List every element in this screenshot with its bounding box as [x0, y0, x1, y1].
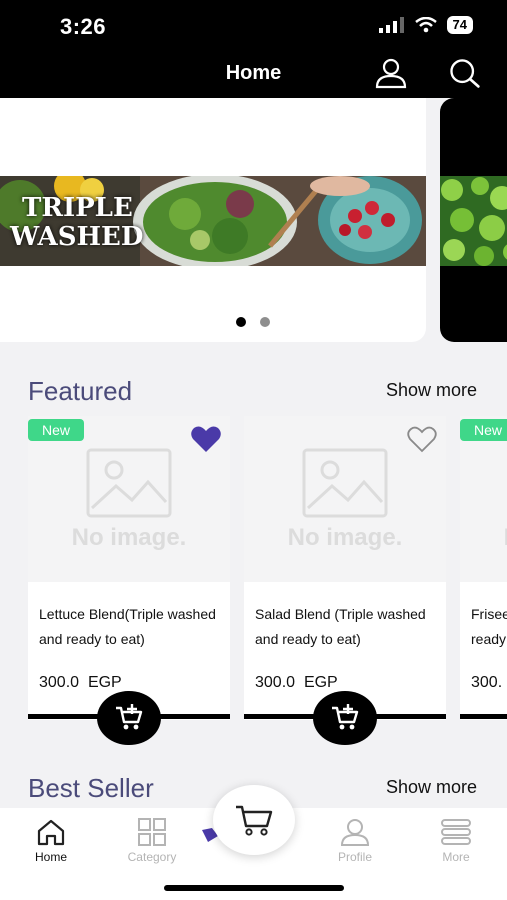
- user-icon: [375, 58, 407, 89]
- cart-button[interactable]: [213, 785, 295, 855]
- product-name: Frisee ready: [471, 606, 507, 647]
- banner-slide[interactable]: TRIPLE WASHED: [0, 98, 426, 342]
- tab-label: Profile: [337, 850, 372, 864]
- carousel-dot-active[interactable]: [236, 317, 246, 327]
- banner-slide-next[interactable]: [440, 98, 507, 342]
- banner-image-next: [440, 176, 507, 266]
- banner-text-line1: TRIPLE: [22, 193, 133, 223]
- carousel-dots: [236, 317, 270, 327]
- battery-indicator: 74: [446, 16, 473, 34]
- heart-outline-icon[interactable]: [406, 424, 438, 454]
- featured-product-list[interactable]: No image. New Lettuce Blend(Triple washe…: [0, 416, 507, 746]
- no-image-label: No image.: [287, 524, 403, 551]
- add-cart-icon: [116, 704, 143, 730]
- new-badge: New: [28, 419, 85, 441]
- tab-home[interactable]: Home: [11, 818, 91, 864]
- price-value: 300.: [471, 674, 503, 691]
- product-name: Lettuce Blend(Triple washed and ready to…: [39, 606, 216, 647]
- tab-more[interactable]: More: [416, 818, 496, 864]
- signal-icon: [378, 17, 404, 33]
- tab-label: Category: [127, 850, 177, 864]
- top-nav-bar: Home: [0, 50, 507, 98]
- search-icon: [450, 59, 480, 88]
- no-image-label: No image.: [460, 524, 507, 552]
- carousel-dot[interactable]: [260, 317, 270, 327]
- banner-carousel[interactable]: TRIPLE WASHED: [0, 98, 507, 344]
- product-card[interactable]: No image. Salad Blend (Triple washed and…: [244, 416, 446, 745]
- featured-show-more-link[interactable]: Show more: [386, 380, 477, 401]
- no-image-label: No image.: [71, 524, 187, 551]
- product-name: Salad Blend (Triple washed and ready to …: [255, 606, 426, 647]
- card-divider: [460, 714, 507, 719]
- tab-category[interactable]: Category: [112, 818, 192, 864]
- featured-title: Featured: [28, 376, 133, 406]
- price-value: 300.0: [39, 674, 80, 691]
- price-currency: EGP: [303, 674, 338, 691]
- best-seller-show-more-link[interactable]: Show more: [386, 777, 477, 798]
- profile-button[interactable]: [374, 56, 408, 90]
- product-card[interactable]: No image. New Frisee ready 300.: [460, 416, 507, 720]
- product-card[interactable]: No image. New Lettuce Blend(Triple washe…: [28, 416, 230, 745]
- product-price: 300.0 EGP: [255, 674, 338, 692]
- product-price: 300.: [471, 674, 502, 692]
- tab-profile[interactable]: Profile: [315, 818, 395, 864]
- page-title: Home: [225, 62, 282, 84]
- grid-icon: [138, 818, 166, 846]
- status-time: 3:26: [60, 14, 107, 39]
- banner-text-line2: WASHED: [10, 222, 144, 252]
- person-icon: [340, 819, 370, 846]
- tab-label: Home: [34, 850, 67, 864]
- status-bar: 3:26 74: [0, 0, 507, 50]
- best-seller-title: Best Seller: [28, 773, 154, 803]
- add-to-cart-button[interactable]: [97, 691, 161, 745]
- wifi-icon: [414, 17, 437, 33]
- add-to-cart-button[interactable]: [313, 691, 377, 745]
- search-button[interactable]: [447, 56, 481, 90]
- image-placeholder-icon: [86, 448, 172, 518]
- home-indicator: [164, 885, 344, 891]
- menu-icon: [441, 819, 471, 845]
- heart-filled-icon[interactable]: [190, 424, 222, 454]
- banner-text: TRIPLE WASHED: [10, 194, 143, 252]
- home-icon: [37, 819, 65, 846]
- tab-label: More: [442, 850, 470, 864]
- add-cart-icon: [332, 704, 359, 730]
- cart-icon: [236, 805, 273, 836]
- product-price: 300.0 EGP: [39, 674, 122, 692]
- image-placeholder-icon: [302, 448, 388, 518]
- price-currency: EGP: [87, 674, 122, 691]
- new-badge: New: [460, 419, 507, 441]
- price-value: 300.0: [255, 674, 296, 691]
